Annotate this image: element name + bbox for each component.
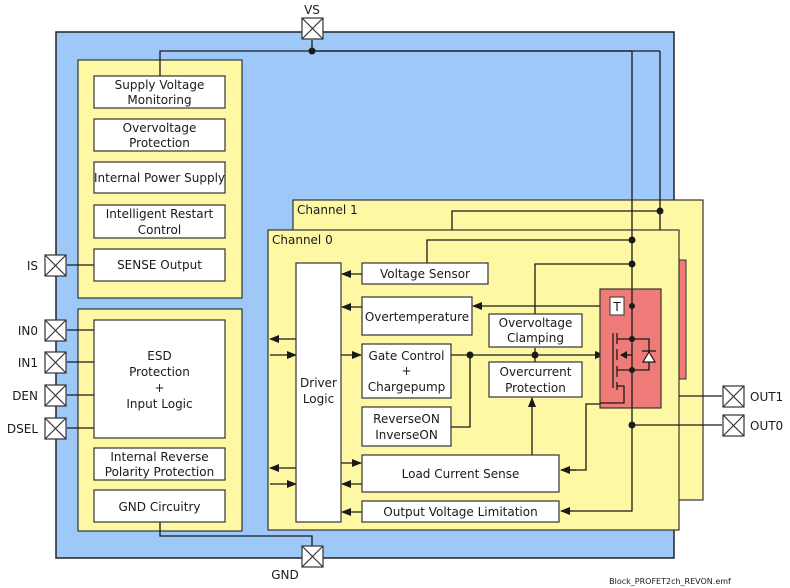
channel0-label: Channel 0: [272, 233, 333, 247]
svg-text:Chargepump: Chargepump: [368, 380, 446, 394]
intelligent-restart-control-block: Intelligent Restart Control: [93, 204, 226, 239]
svg-text:Polarity Protection: Polarity Protection: [105, 465, 214, 479]
svg-text:Voltage Sensor: Voltage Sensor: [380, 267, 470, 281]
junction-dot: [628, 260, 636, 268]
internal-power-supply-block: Internal Power Supply: [93, 161, 226, 194]
junction-dot: [628, 421, 636, 429]
overtemperature-block: Overtemperature: [361, 296, 473, 336]
supply-voltage-monitoring-block: Supply Voltage Monitoring: [93, 75, 226, 109]
svg-text:Monitoring: Monitoring: [127, 93, 191, 107]
junction-dot: [628, 236, 636, 244]
driver-logic-block: Driver Logic: [295, 262, 342, 523]
svg-text:SENSE Output: SENSE Output: [117, 258, 202, 272]
svg-text:Supply Voltage: Supply Voltage: [115, 78, 205, 92]
pin-out0[interactable]: OUT0: [722, 414, 783, 437]
junction-dot: [308, 47, 316, 55]
pin-out1[interactable]: OUT1: [722, 385, 783, 408]
svg-text:InverseON: InverseON: [375, 428, 438, 442]
svg-text:Overtemperature: Overtemperature: [365, 310, 469, 324]
svg-text:Intelligent Restart: Intelligent Restart: [106, 207, 214, 221]
svg-text:IN0: IN0: [18, 324, 38, 338]
gate-control-chargepump-block: Gate Control + Chargepump: [361, 343, 452, 399]
svg-text:Input Logic: Input Logic: [126, 397, 192, 411]
load-current-sense-block: Load Current Sense: [361, 454, 560, 493]
junction-dot: [656, 207, 664, 215]
svg-text:Driver: Driver: [300, 376, 337, 390]
svg-text:OUT0: OUT0: [750, 419, 783, 433]
pin-dsel[interactable]: DSEL: [7, 417, 67, 440]
svg-text:IS: IS: [27, 259, 38, 273]
svg-text:IN1: IN1: [18, 356, 38, 370]
pin-in1[interactable]: IN1: [18, 351, 67, 374]
pin-vs[interactable]: VS: [301, 3, 324, 40]
voltage-sensor-block: Voltage Sensor: [361, 262, 489, 285]
svg-text:DEN: DEN: [12, 389, 38, 403]
block-diagram: Channel 1 Channel 0 Supply Voltage Monit…: [7, 3, 783, 586]
pin-is[interactable]: IS: [27, 254, 67, 277]
svg-text:Internal Power Supply: Internal Power Supply: [94, 171, 225, 185]
junction-dot: [466, 351, 474, 359]
reverse-polarity-protection-block: Internal Reverse Polarity Protection: [93, 447, 226, 481]
svg-text:Control: Control: [138, 223, 181, 237]
channel1-label: Channel 1: [297, 203, 358, 217]
pin-den[interactable]: DEN: [12, 384, 67, 407]
reverse-on-block: ReverseON InverseON: [361, 406, 452, 447]
overvoltage-protection-block: Overvoltage Protection: [93, 118, 226, 152]
svg-text:Overvoltage: Overvoltage: [123, 121, 197, 135]
overvoltage-clamping-block: Overvoltage Clamping: [488, 313, 583, 348]
overcurrent-protection-block: Overcurrent Protection: [488, 361, 583, 398]
svg-text:Clamping: Clamping: [507, 331, 564, 345]
svg-text:GND Circuitry: GND Circuitry: [119, 500, 201, 514]
gnd-circuitry-block: GND Circuitry: [93, 489, 226, 523]
svg-text:Gate Control: Gate Control: [369, 349, 445, 363]
temp-sensor-icon: T: [609, 296, 625, 316]
output-voltage-limitation-block: Output Voltage Limitation: [361, 500, 560, 523]
svg-text:Protection: Protection: [129, 365, 190, 379]
svg-text:ESD: ESD: [147, 349, 171, 363]
svg-text:+: +: [154, 381, 164, 395]
power-stage: T: [599, 288, 662, 409]
svg-text:Output Voltage Limitation: Output Voltage Limitation: [383, 505, 537, 519]
junction-dot: [531, 351, 539, 359]
svg-text:VS: VS: [304, 3, 320, 17]
svg-text:DSEL: DSEL: [7, 422, 38, 436]
esd-input-logic-block: ESD Protection + Input Logic: [93, 319, 226, 439]
svg-text:OUT1: OUT1: [750, 390, 783, 404]
svg-text:Protection: Protection: [505, 381, 566, 395]
svg-text:Internal Reverse: Internal Reverse: [110, 450, 208, 464]
svg-text:Load Current Sense: Load Current Sense: [402, 467, 520, 481]
svg-text:ReverseON: ReverseON: [373, 412, 440, 426]
svg-text:Protection: Protection: [129, 136, 190, 150]
svg-text:T: T: [612, 300, 621, 314]
svg-text:Logic: Logic: [303, 392, 334, 406]
sense-output-block: SENSE Output: [93, 248, 226, 282]
svg-text:Overvoltage: Overvoltage: [499, 316, 573, 330]
svg-text:GND: GND: [271, 568, 299, 582]
svg-text:Overcurrent: Overcurrent: [500, 365, 572, 379]
footer-filename: Block_PROFET2ch_REVON.emf: [609, 577, 731, 586]
svg-text:+: +: [401, 364, 411, 378]
pin-in0[interactable]: IN0: [18, 319, 67, 342]
